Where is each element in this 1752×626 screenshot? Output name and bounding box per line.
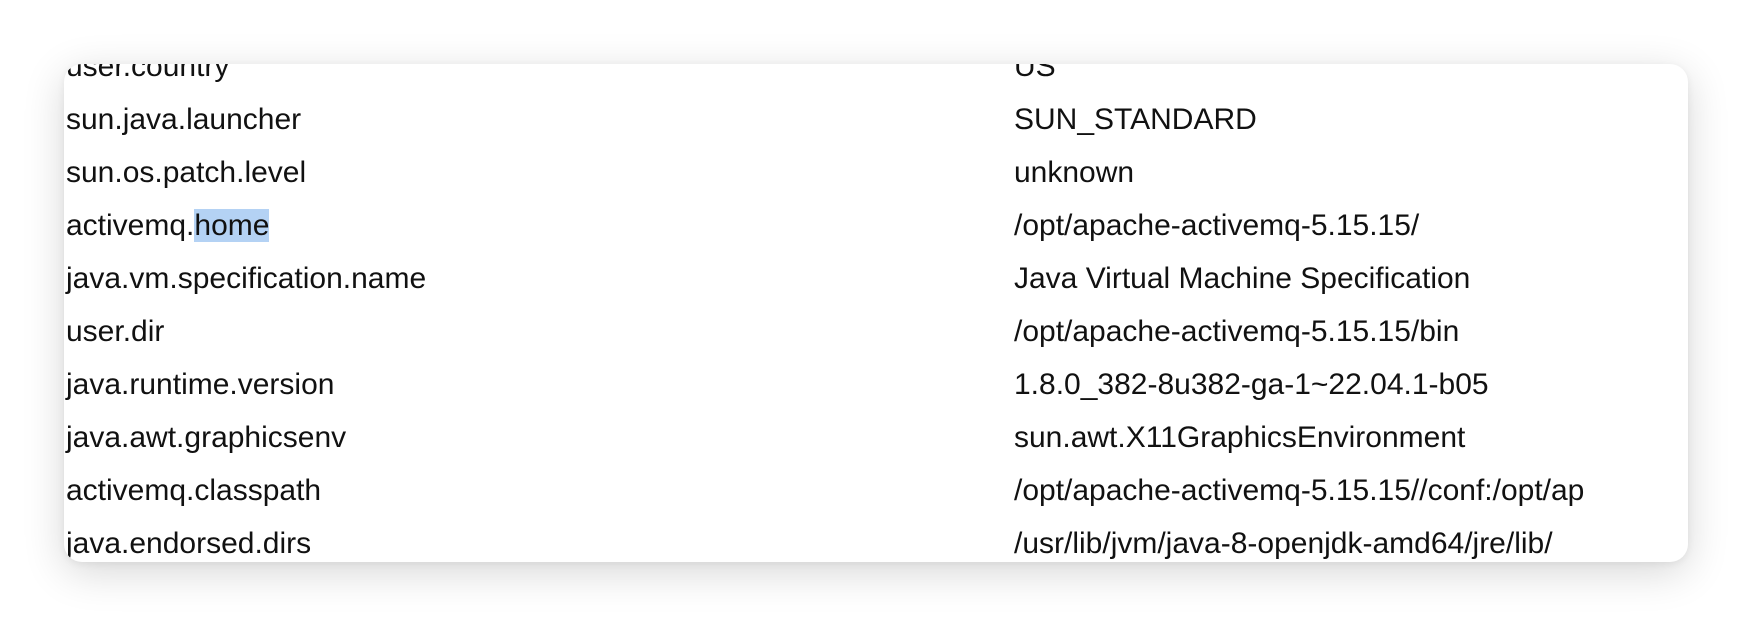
property-key[interactable]: sun.os.patch.level: [66, 146, 306, 199]
property-value[interactable]: Java Virtual Machine Specification: [1014, 252, 1470, 305]
selected-text-highlight[interactable]: home: [194, 209, 270, 242]
property-key[interactable]: sun.java.launcher: [66, 93, 301, 146]
property-value[interactable]: US: [1014, 64, 1056, 93]
property-value[interactable]: SUN_STANDARD: [1014, 93, 1257, 146]
property-key[interactable]: java.endorsed.dirs: [66, 517, 311, 562]
properties-table: user.country US sun.java.launcher SUN_ST…: [64, 64, 1688, 562]
table-row: java.vm.specification.name Java Virtual …: [64, 252, 1688, 305]
table-row: user.country US: [64, 64, 1688, 93]
key-prefix-text: activemq.: [66, 209, 195, 242]
property-value[interactable]: unknown: [1014, 146, 1134, 199]
table-row: activemq.classpath /opt/apache-activemq-…: [64, 464, 1688, 517]
property-value[interactable]: /opt/apache-activemq-5.15.15/: [1014, 199, 1419, 252]
properties-panel[interactable]: user.country US sun.java.launcher SUN_ST…: [64, 64, 1688, 562]
table-row: sun.java.launcher SUN_STANDARD: [64, 93, 1688, 146]
property-value[interactable]: /opt/apache-activemq-5.15.15/bin: [1014, 305, 1459, 358]
table-row: activemq.home /opt/apache-activemq-5.15.…: [64, 199, 1688, 252]
property-key[interactable]: activemq.classpath: [66, 464, 321, 517]
property-key[interactable]: activemq.home: [66, 199, 270, 252]
property-value[interactable]: 1.8.0_382-8u382-ga-1~22.04.1-b05: [1014, 358, 1489, 411]
property-key[interactable]: user.country: [66, 64, 229, 93]
table-row: java.awt.graphicsenv sun.awt.X11Graphics…: [64, 411, 1688, 464]
page: user.country US sun.java.launcher SUN_ST…: [0, 0, 1752, 626]
table-row: java.runtime.version 1.8.0_382-8u382-ga-…: [64, 358, 1688, 411]
table-row: user.dir /opt/apache-activemq-5.15.15/bi…: [64, 305, 1688, 358]
property-value[interactable]: /opt/apache-activemq-5.15.15//conf:/opt/…: [1014, 464, 1584, 517]
property-key[interactable]: java.vm.specification.name: [66, 252, 426, 305]
property-value[interactable]: /usr/lib/jvm/java-8-openjdk-amd64/jre/li…: [1014, 517, 1553, 562]
table-row: sun.os.patch.level unknown: [64, 146, 1688, 199]
property-value[interactable]: sun.awt.X11GraphicsEnvironment: [1014, 411, 1465, 464]
property-key[interactable]: java.awt.graphicsenv: [66, 411, 346, 464]
property-key[interactable]: java.runtime.version: [66, 358, 334, 411]
property-key[interactable]: user.dir: [66, 305, 164, 358]
table-row: java.endorsed.dirs /usr/lib/jvm/java-8-o…: [64, 517, 1688, 562]
